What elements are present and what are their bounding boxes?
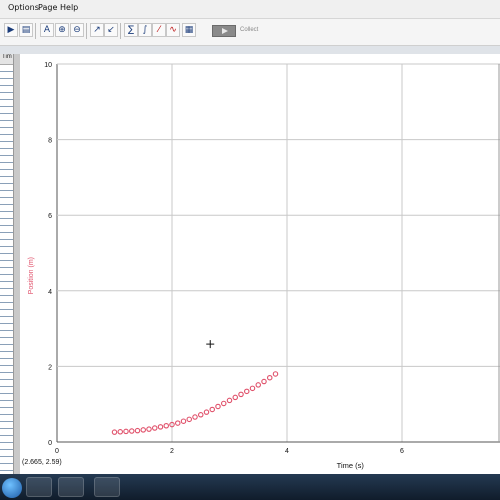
data-table[interactable]: Tim: [0, 54, 14, 474]
y-tick-label: 0: [48, 440, 52, 447]
collect-button[interactable]: [212, 25, 236, 37]
data-point: [244, 388, 250, 395]
toolbar-separator: [120, 23, 121, 39]
table-header-time: Tim: [0, 54, 13, 65]
data-point: [140, 427, 147, 433]
data-point: [186, 416, 193, 423]
y-tick-label: 10: [44, 62, 52, 69]
menu-page[interactable]: Page: [38, 3, 57, 12]
collect-label: Collect: [240, 27, 259, 33]
linear-fit-icon[interactable]: ⁄: [152, 23, 166, 37]
tangent-icon[interactable]: ↙: [104, 23, 118, 37]
data-point: [146, 426, 152, 432]
x-tick-label: 2: [170, 448, 174, 455]
menu-bar: Options Page Help: [0, 0, 500, 19]
data-point: [232, 394, 239, 401]
table-rows: [0, 65, 13, 474]
x-axis-label: Time (s): [337, 461, 365, 470]
toolbar-separator: [86, 23, 87, 39]
folder-icon[interactable]: [58, 477, 84, 497]
statistics-icon[interactable]: ∑: [124, 23, 138, 37]
x-tick-label: 6: [400, 448, 404, 455]
data-point: [209, 406, 216, 413]
autoscale-icon[interactable]: A: [40, 23, 54, 37]
data-point: [175, 420, 181, 426]
x-tick-label: 0: [55, 448, 59, 455]
data-point: [215, 403, 221, 410]
logger-pro-icon[interactable]: [94, 477, 120, 497]
data-point: [157, 424, 164, 430]
data-point: [152, 425, 158, 431]
data-point: [249, 385, 256, 392]
menu-options[interactable]: Options: [8, 3, 39, 12]
data-point: [192, 414, 198, 420]
data-point: [272, 371, 279, 377]
data-point: [163, 422, 170, 429]
data-point: [255, 382, 262, 388]
integral-icon[interactable]: ∫: [138, 23, 152, 37]
data-point: [198, 412, 204, 418]
data-point: [134, 427, 141, 434]
chrome-icon[interactable]: [26, 477, 52, 497]
x-tick-label: 4: [285, 448, 289, 455]
print-icon[interactable]: ▤: [19, 23, 33, 37]
data-point: [117, 429, 124, 435]
data-point: [267, 374, 273, 381]
curve-fit-icon[interactable]: ∿: [166, 23, 180, 37]
y-tick-label: 2: [48, 364, 52, 371]
zoom-out-icon[interactable]: ⊖: [70, 23, 84, 37]
data-point: [221, 400, 227, 407]
start-button-icon[interactable]: [2, 478, 22, 498]
data-point: [261, 378, 267, 385]
coordinate-readout: (2.665, 2.59): [22, 459, 62, 466]
data-point: [123, 428, 129, 435]
menu-help[interactable]: Help: [60, 3, 78, 12]
position-time-graph[interactable]: 0 2 4 6 8 10 0 2 4 6 Time (s) Position (m): [20, 54, 500, 474]
graph-options-icon[interactable]: ▦: [182, 23, 196, 37]
graph-area[interactable]: 0 2 4 6 8 10 0 2 4 6 Time (s) Position (m): [20, 54, 500, 474]
data-point: [238, 391, 244, 398]
data-point: [111, 429, 118, 435]
y-tick-label: 4: [48, 289, 52, 296]
data-point: [180, 418, 187, 424]
data-point: [203, 409, 210, 415]
toolbar-separator: [35, 23, 36, 39]
zoom-in-icon[interactable]: ⊕: [55, 23, 69, 37]
data-point: [226, 397, 233, 404]
y-axis-label: Position (m): [28, 257, 35, 294]
examine-icon[interactable]: ↗: [90, 23, 104, 37]
open-file-icon[interactable]: ▶: [4, 23, 18, 37]
y-tick-label: 6: [48, 213, 52, 220]
data-point: [129, 428, 135, 434]
y-tick-label: 8: [48, 138, 52, 145]
